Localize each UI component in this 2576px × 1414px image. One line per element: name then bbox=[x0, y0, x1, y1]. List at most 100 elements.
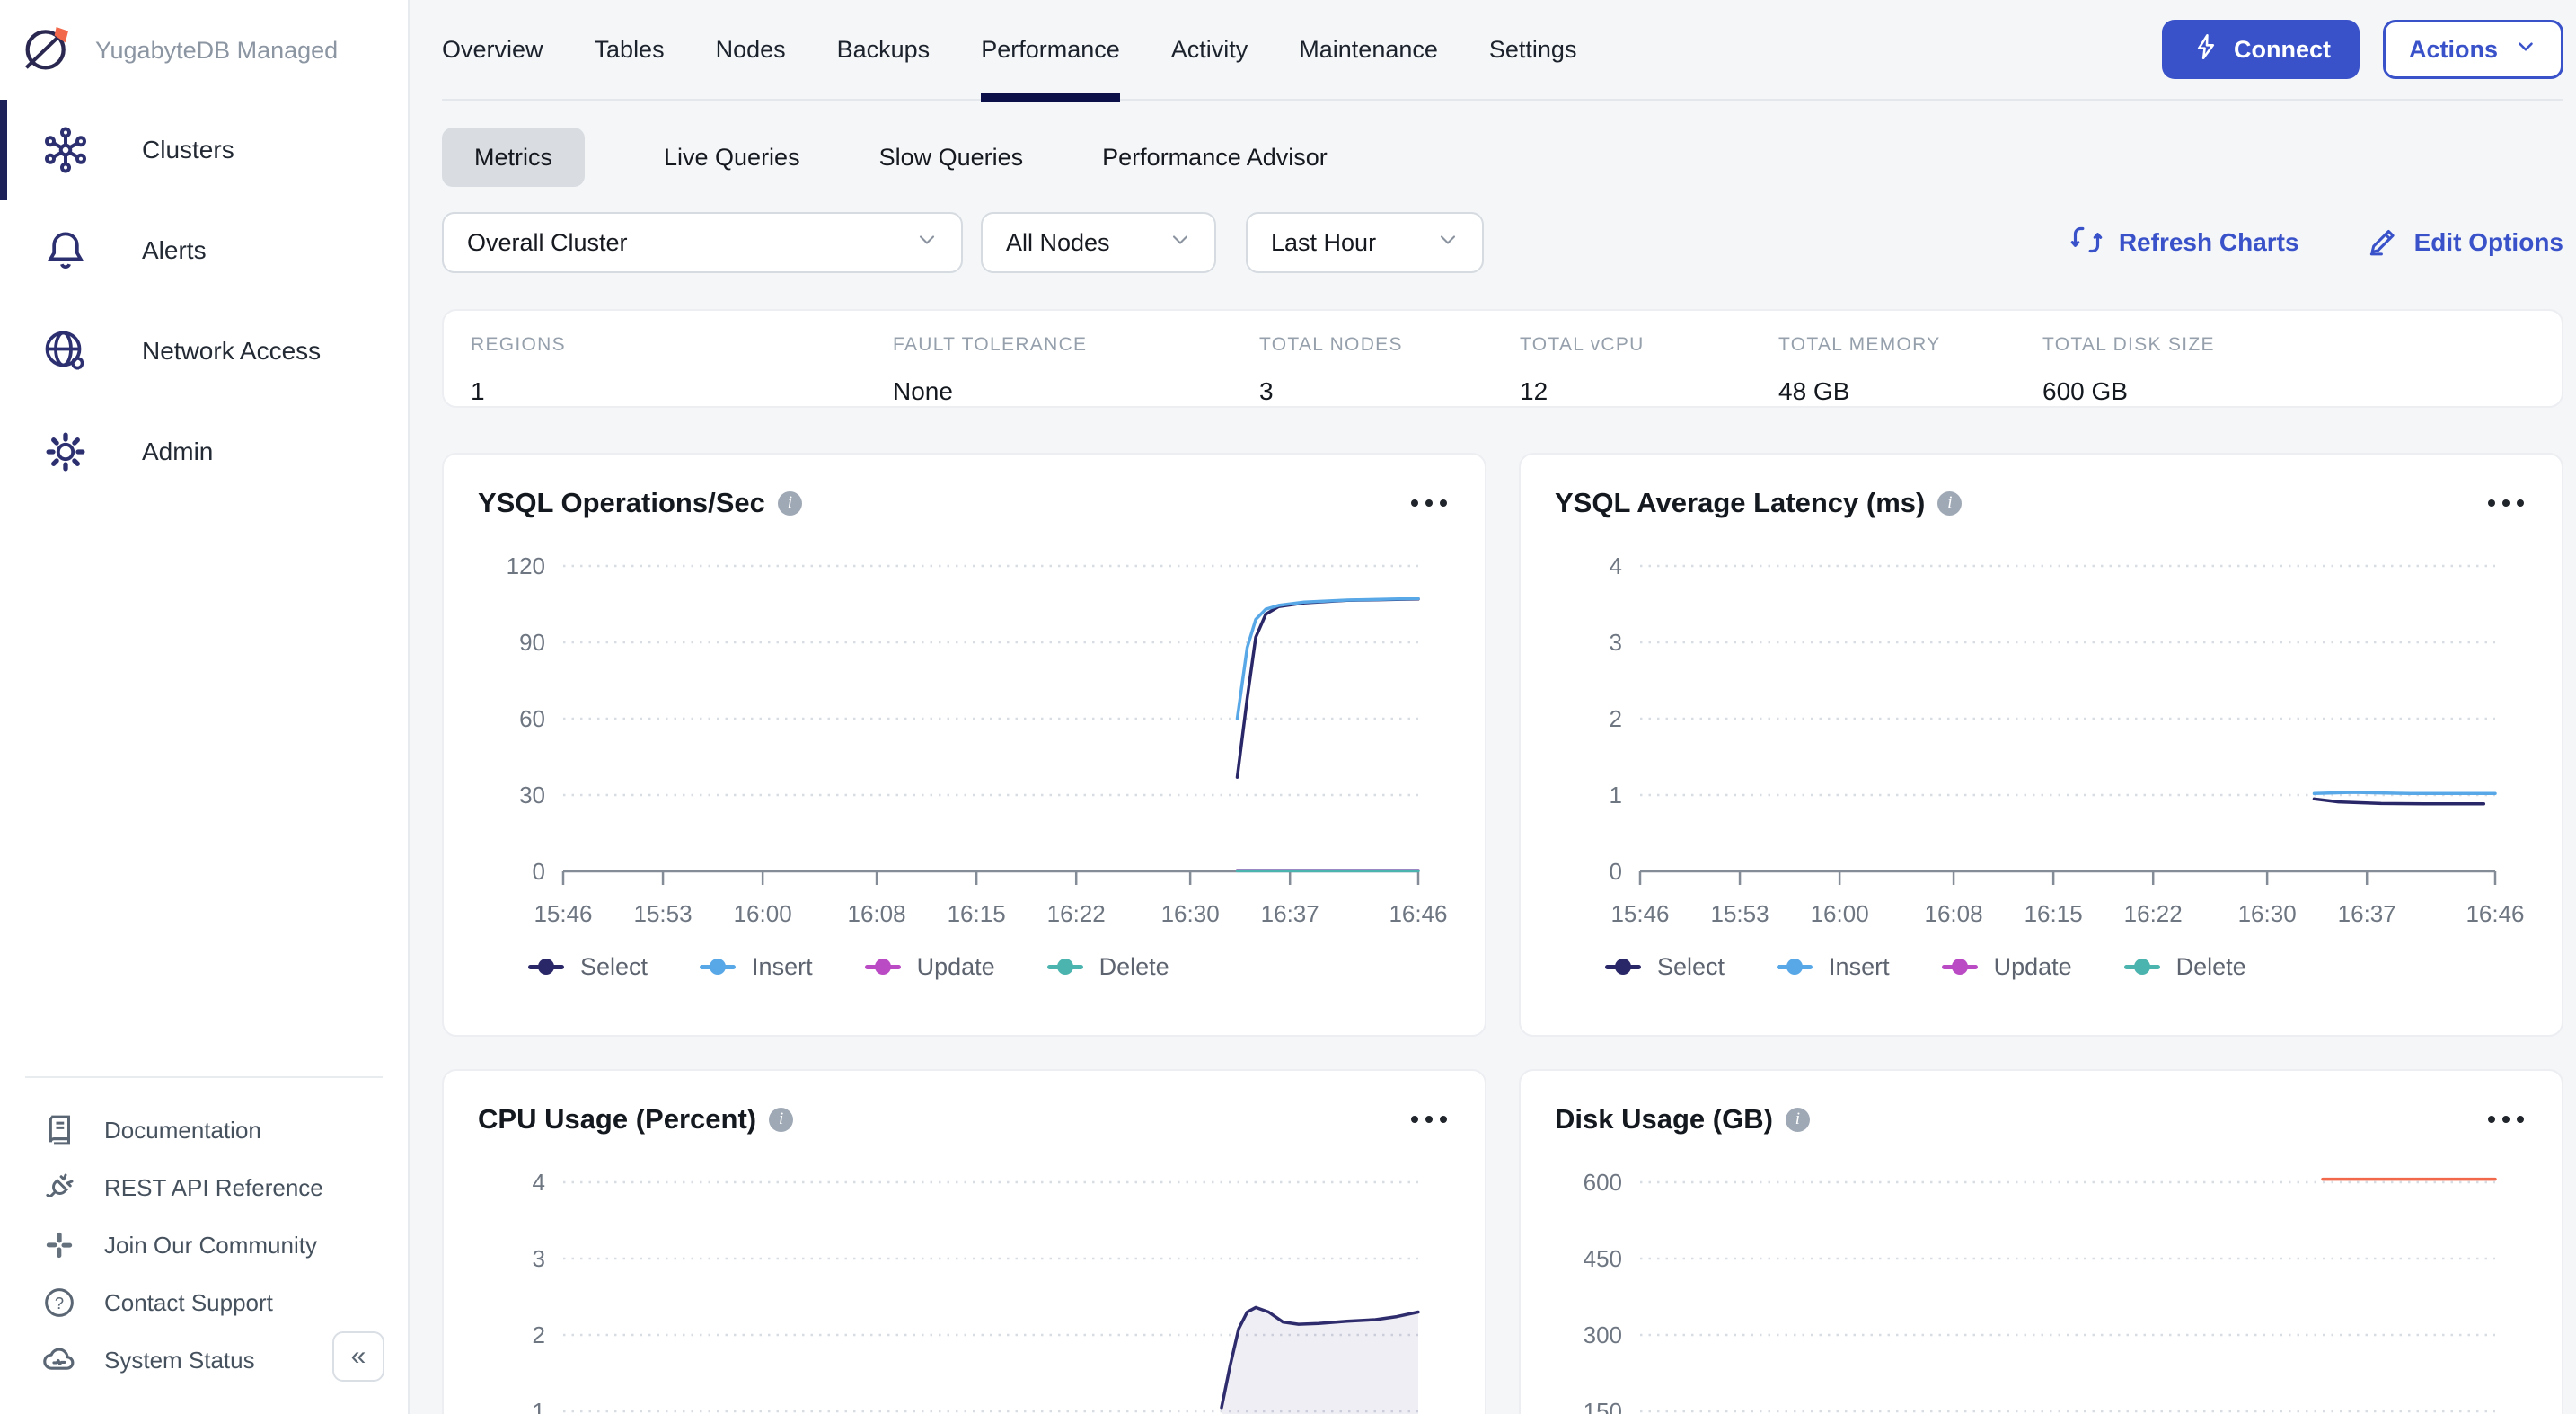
legend-marker-icon bbox=[865, 965, 901, 969]
info-icon[interactable]: i bbox=[769, 1108, 793, 1132]
svg-text:2: 2 bbox=[533, 1321, 545, 1348]
pencil-icon bbox=[2366, 223, 2400, 263]
sidebar-collapse-button[interactable]: « bbox=[332, 1331, 384, 1382]
subtab-live-queries[interactable]: Live Queries bbox=[664, 144, 800, 172]
legend-label: Update bbox=[1994, 953, 2072, 981]
legend-item-select[interactable]: Select bbox=[1605, 953, 1725, 981]
gear-icon bbox=[38, 424, 93, 480]
svg-text:120: 120 bbox=[507, 552, 545, 579]
chart-legend: Select Insert Update Delete bbox=[444, 953, 1485, 981]
chart-menu-button[interactable] bbox=[2486, 494, 2526, 512]
svg-text:16:15: 16:15 bbox=[2025, 900, 2083, 927]
book-icon bbox=[40, 1110, 79, 1150]
tab-nodes[interactable]: Nodes bbox=[716, 0, 786, 100]
nodes-select[interactable]: All Nodes bbox=[981, 212, 1216, 273]
legend-marker-icon bbox=[1942, 965, 1978, 969]
time-range-select[interactable]: Last Hour bbox=[1246, 212, 1484, 273]
refresh-charts-button[interactable]: Refresh Charts bbox=[2069, 222, 2299, 264]
plug-icon bbox=[40, 1168, 79, 1207]
collapse-chevrons-icon: « bbox=[351, 1341, 366, 1372]
sidebar-item-alerts[interactable]: Alerts bbox=[0, 200, 408, 301]
svg-text:30: 30 bbox=[519, 782, 545, 809]
legend-label: Update bbox=[917, 953, 995, 981]
tab-backups[interactable]: Backups bbox=[837, 0, 931, 100]
svg-text:60: 60 bbox=[519, 705, 545, 732]
svg-text:15:53: 15:53 bbox=[1711, 900, 1769, 927]
chart-header: CPU Usage (Percent) i bbox=[444, 1071, 1485, 1136]
sidebar-item-documentation[interactable]: Documentation bbox=[22, 1101, 386, 1159]
bell-icon bbox=[38, 223, 93, 278]
tab-tables[interactable]: Tables bbox=[595, 0, 665, 100]
sidebar-item-label: Clusters bbox=[142, 136, 234, 164]
legend-item-update[interactable]: Update bbox=[1942, 953, 2072, 981]
legend-label: Delete bbox=[1099, 953, 1169, 981]
sidebar-footer-label: System Status bbox=[104, 1347, 255, 1374]
sidebar: YugabyteDB Managed Clusters bbox=[0, 0, 410, 1414]
svg-text:450: 450 bbox=[1584, 1245, 1622, 1272]
svg-text:1: 1 bbox=[533, 1398, 545, 1414]
chart-title: CPU Usage (Percent) bbox=[478, 1103, 756, 1136]
chart-menu-button[interactable] bbox=[1409, 1110, 1449, 1128]
chart-header: YSQL Operations/Sec i bbox=[444, 455, 1485, 519]
legend-item-delete[interactable]: Delete bbox=[1047, 953, 1169, 981]
sidebar-footer-label: REST API Reference bbox=[104, 1174, 323, 1202]
svg-text:16:46: 16:46 bbox=[1389, 900, 1447, 927]
sidebar-item-community[interactable]: Join Our Community bbox=[22, 1216, 386, 1274]
tab-settings[interactable]: Settings bbox=[1489, 0, 1577, 100]
stat-total-memory: TOTAL MEMORY 48 GB bbox=[1778, 334, 2042, 406]
legend-marker-icon bbox=[2124, 965, 2160, 969]
svg-text:16:08: 16:08 bbox=[1925, 900, 1983, 927]
svg-text:15:46: 15:46 bbox=[534, 900, 592, 927]
subtab-slow-queries[interactable]: Slow Queries bbox=[879, 144, 1024, 172]
cluster-scope-select[interactable]: Overall Cluster bbox=[442, 212, 963, 273]
connect-button[interactable]: Connect bbox=[2162, 20, 2360, 79]
actions-button[interactable]: Actions bbox=[2383, 20, 2563, 79]
performance-subtabs: Metrics Live Queries Slow Queries Perfor… bbox=[442, 128, 2563, 187]
subtab-performance-advisor[interactable]: Performance Advisor bbox=[1102, 144, 1328, 172]
legend-item-delete[interactable]: Delete bbox=[2124, 953, 2246, 981]
chart-card-ysql-operations: YSQL Operations/Sec i 030609012015:4615:… bbox=[442, 453, 1486, 1037]
info-icon[interactable]: i bbox=[778, 491, 802, 516]
edit-options-button[interactable]: Edit Options bbox=[2366, 223, 2563, 263]
sidebar-divider bbox=[25, 1076, 383, 1078]
sidebar-item-network-access[interactable]: Network Access bbox=[0, 301, 408, 402]
sidebar-nav: Clusters Alerts bbox=[0, 100, 408, 502]
charts-grid: YSQL Operations/Sec i 030609012015:4615:… bbox=[442, 453, 2563, 1414]
svg-text:16:00: 16:00 bbox=[1811, 900, 1869, 927]
cpu-usage-chart: 0123415:4615:5316:0016:0816:1516:2216:30… bbox=[444, 1144, 1485, 1414]
yugabyte-logo-icon bbox=[18, 20, 75, 82]
svg-text:300: 300 bbox=[1584, 1321, 1622, 1348]
tab-activity[interactable]: Activity bbox=[1171, 0, 1248, 100]
legend-item-insert[interactable]: Insert bbox=[700, 953, 813, 981]
brand-name: YugabyteDB Managed bbox=[95, 37, 338, 65]
top-actions: Connect Actions bbox=[2162, 20, 2563, 79]
stat-label: REGIONS bbox=[471, 334, 893, 356]
chart-menu-button[interactable] bbox=[1409, 494, 1449, 512]
info-icon[interactable]: i bbox=[1786, 1108, 1810, 1132]
svg-text:2: 2 bbox=[1610, 705, 1622, 732]
chart-menu-button[interactable] bbox=[2486, 1110, 2526, 1128]
legend-item-select[interactable]: Select bbox=[528, 953, 648, 981]
stat-value: 48 GB bbox=[1778, 377, 2042, 406]
brand[interactable]: YugabyteDB Managed bbox=[0, 0, 408, 100]
nodes-value: All Nodes bbox=[1006, 229, 1110, 257]
legend-item-insert[interactable]: Insert bbox=[1777, 953, 1890, 981]
sidebar-item-admin[interactable]: Admin bbox=[0, 402, 408, 502]
info-icon[interactable]: i bbox=[1937, 491, 1962, 516]
tab-overview[interactable]: Overview bbox=[442, 0, 543, 100]
main-content: Overview Tables Nodes Backups Performanc… bbox=[410, 0, 2576, 1414]
sidebar-item-rest-api[interactable]: REST API Reference bbox=[22, 1159, 386, 1216]
sidebar-item-clusters[interactable]: Clusters bbox=[0, 100, 408, 200]
chart-card-ysql-latency: YSQL Average Latency (ms) i 0123415:4615… bbox=[1519, 453, 2563, 1037]
cloud-status-icon bbox=[40, 1340, 79, 1380]
tab-maintenance[interactable]: Maintenance bbox=[1299, 0, 1438, 100]
svg-text:4: 4 bbox=[1610, 552, 1622, 579]
sidebar-item-contact-support[interactable]: ? Contact Support bbox=[22, 1274, 386, 1331]
legend-item-update[interactable]: Update bbox=[865, 953, 995, 981]
tab-performance[interactable]: Performance bbox=[981, 0, 1120, 100]
stat-label: TOTAL NODES bbox=[1259, 334, 1520, 356]
subtab-metrics[interactable]: Metrics bbox=[442, 128, 585, 187]
chart-header: Disk Usage (GB) i bbox=[1521, 1071, 2562, 1136]
chevron-down-icon bbox=[2514, 35, 2537, 65]
edit-options-label: Edit Options bbox=[2414, 228, 2563, 257]
